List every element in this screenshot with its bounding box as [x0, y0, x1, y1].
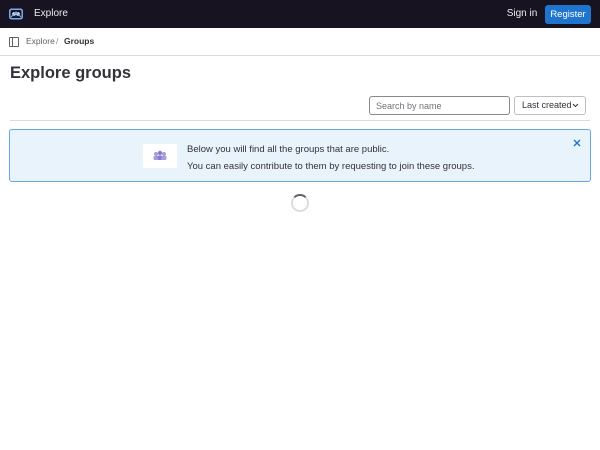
info-alert: Below you will find all the groups that … [9, 129, 591, 182]
loading-spinner-icon [291, 194, 309, 212]
close-icon[interactable] [570, 136, 584, 150]
alert-message-line2: You can easily contribute to them by req… [187, 161, 475, 172]
chevron-down-icon [572, 97, 579, 120]
alert-message-line1: Below you will find all the groups that … [187, 144, 390, 155]
breadcrumb-explore[interactable]: Explore [26, 36, 55, 46]
groups-illustration-icon [143, 144, 177, 168]
breadcrumb-separator: / [56, 36, 59, 46]
sort-selected-label: Last created [522, 100, 572, 110]
tanuki-logo-icon[interactable] [8, 6, 24, 22]
page-title: Explore groups [10, 64, 132, 82]
sort-dropdown[interactable]: Last created [514, 96, 586, 115]
top-navbar: Explore Sign in Register [0, 0, 600, 28]
breadcrumb: Explore / Groups [0, 28, 600, 56]
search-input[interactable] [369, 96, 510, 115]
filter-divider [10, 120, 590, 121]
sign-in-link[interactable]: Sign in [503, 0, 541, 28]
breadcrumb-groups[interactable]: Groups [64, 36, 94, 46]
explore-link[interactable]: Explore [34, 0, 68, 28]
register-button[interactable]: Register [545, 5, 591, 24]
sidebar-toggle-icon[interactable] [9, 37, 19, 47]
